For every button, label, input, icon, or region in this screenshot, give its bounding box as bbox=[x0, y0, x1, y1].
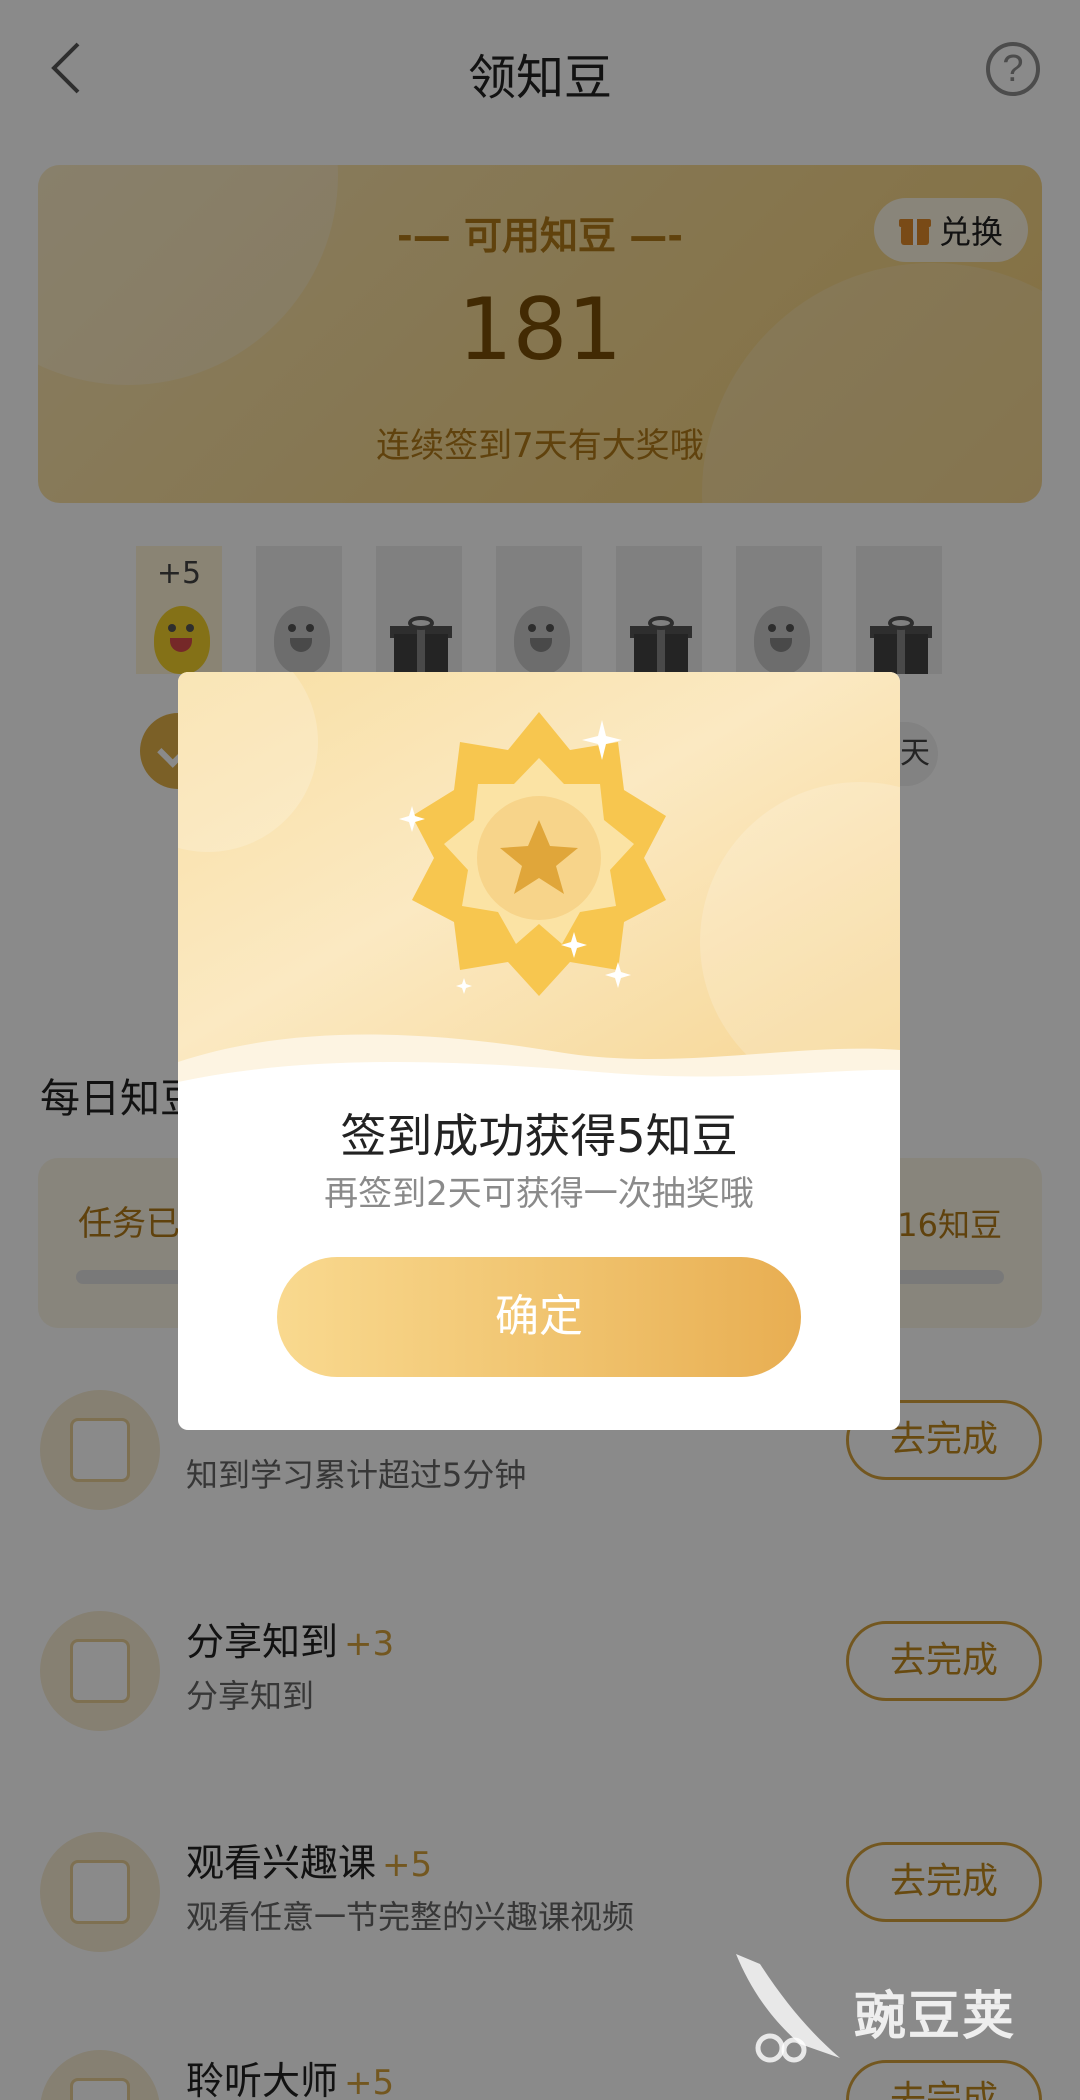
dialog-subtitle: 再签到2天可获得一次抽奖哦 bbox=[324, 1174, 754, 1214]
confirm-button[interactable]: 确定 bbox=[277, 1257, 801, 1377]
wandoujia-watermark: 豌豆荚 bbox=[730, 1948, 1050, 2068]
watermark-text: 豌豆荚 bbox=[854, 1987, 1017, 2047]
dialog-banner bbox=[178, 672, 900, 1102]
star-badge-icon bbox=[399, 712, 666, 996]
dialog-title: 签到成功获得5知豆 bbox=[340, 1109, 738, 1163]
wave-decoration bbox=[178, 1034, 900, 1102]
pea-pod-logo-icon bbox=[736, 1954, 840, 2063]
checkin-success-dialog: 签到成功获得5知豆 再签到2天可获得一次抽奖哦 确定 bbox=[178, 672, 900, 1430]
